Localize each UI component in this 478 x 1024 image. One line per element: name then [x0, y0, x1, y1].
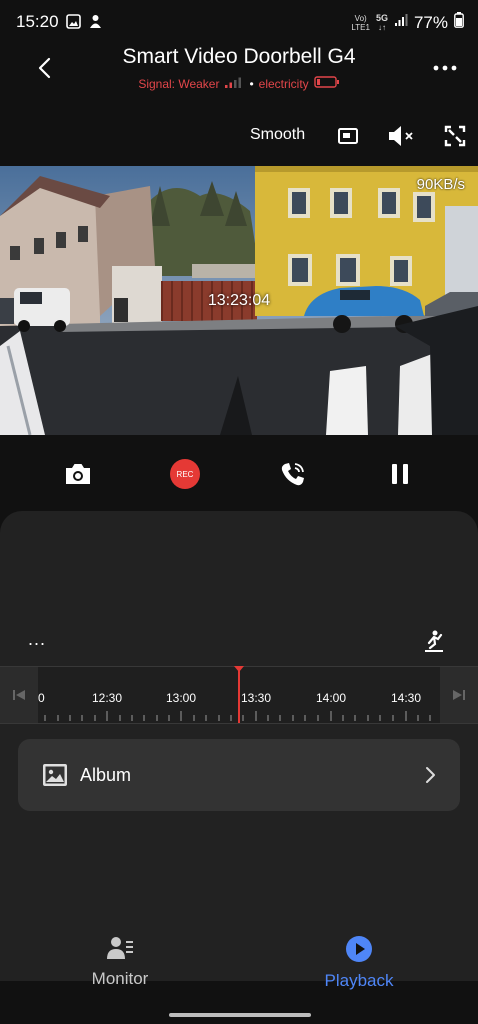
- playback-timeline[interactable]: 00 12:30 13:00 13:30 14:00 14:30: [0, 666, 478, 724]
- home-indicator[interactable]: [169, 1013, 311, 1017]
- 5g-indicator: 5G ↓↑: [375, 12, 388, 32]
- pause-button[interactable]: [384, 458, 416, 490]
- signal-strength-icon: [394, 13, 408, 32]
- app-notification-icon: [88, 14, 103, 34]
- fullscreen-icon: [444, 125, 466, 147]
- call-button[interactable]: [277, 458, 309, 490]
- next-segment-button[interactable]: [440, 667, 478, 723]
- monitor-icon: [107, 937, 133, 959]
- weak-signal-icon: [224, 76, 244, 91]
- bitrate-indicator: 90KB/s: [416, 176, 465, 193]
- status-bar: 15:20 Vo) LTE1 5G ↓↑ 77%: [0, 0, 478, 44]
- phone-call-icon: [281, 463, 304, 486]
- electricity-label: electricity: [258, 76, 309, 91]
- low-battery-icon: [313, 76, 340, 91]
- video-toolbar: Smooth: [0, 118, 478, 154]
- album-label: Album: [80, 765, 132, 785]
- nav-playback-label: Playback: [324, 971, 394, 990]
- timeline-cursor-head: [234, 666, 244, 672]
- nav-monitor[interactable]: Monitor: [50, 935, 190, 989]
- playback-controls: REC: [0, 452, 478, 496]
- fullscreen-button[interactable]: [441, 122, 469, 150]
- skip-previous-icon: [13, 690, 25, 700]
- signal-label: Signal: Weaker: [138, 76, 220, 91]
- timeline-filter-button[interactable]: [422, 629, 446, 653]
- status-right: Vo) LTE1 5G ↓↑ 77%: [351, 12, 464, 33]
- timeline-cursor[interactable]: [238, 667, 240, 723]
- gallery-notification-icon: [66, 14, 81, 34]
- header: Smart Video Doorbell G4 Signal: Weaker •…: [0, 44, 478, 104]
- video-timestamp: 13:23:04: [207, 292, 271, 309]
- album-button[interactable]: Album: [18, 739, 460, 811]
- snapshot-button[interactable]: [62, 458, 94, 490]
- record-button[interactable]: REC: [169, 458, 201, 490]
- status-separator: •: [249, 76, 254, 91]
- camera-icon: [66, 464, 90, 484]
- volte-indicator: Vo) LTE1: [351, 13, 370, 32]
- device-status: Signal: Weaker • electricity: [0, 76, 478, 91]
- play-circle-icon: [346, 936, 372, 962]
- battery-icon: [454, 12, 464, 33]
- more-playback-options[interactable]: ...: [28, 629, 46, 650]
- more-options-button[interactable]: [430, 54, 460, 82]
- pip-button[interactable]: [334, 122, 362, 150]
- live-video-feed[interactable]: 90KB/s 13:23:04: [0, 166, 478, 435]
- speaker-muted-icon: [389, 126, 413, 146]
- device-title: Smart Video Doorbell G4: [122, 45, 356, 68]
- mute-button[interactable]: [386, 122, 414, 150]
- rec-label: REC: [170, 459, 200, 489]
- battery-percent: 77%: [413, 12, 448, 32]
- skip-next-icon: [453, 690, 465, 700]
- motion-person-icon: [425, 630, 443, 652]
- more-dots-icon: [433, 65, 457, 71]
- quality-selector[interactable]: Smooth: [250, 126, 305, 144]
- status-time: 15:20: [16, 12, 59, 31]
- nav-monitor-label: Monitor: [91, 969, 149, 988]
- bottom-navigation: Monitor Playback: [0, 925, 478, 1005]
- pause-icon: [392, 464, 408, 484]
- playback-panel: ... 00 12:30 13:00 13:30 14:00 14:30: [0, 511, 478, 981]
- previous-segment-button[interactable]: [0, 667, 38, 723]
- chevron-right-icon: [422, 765, 438, 785]
- nav-playback[interactable]: Playback: [289, 935, 429, 991]
- image-icon: [42, 763, 68, 787]
- picture-in-picture-icon: [338, 128, 358, 144]
